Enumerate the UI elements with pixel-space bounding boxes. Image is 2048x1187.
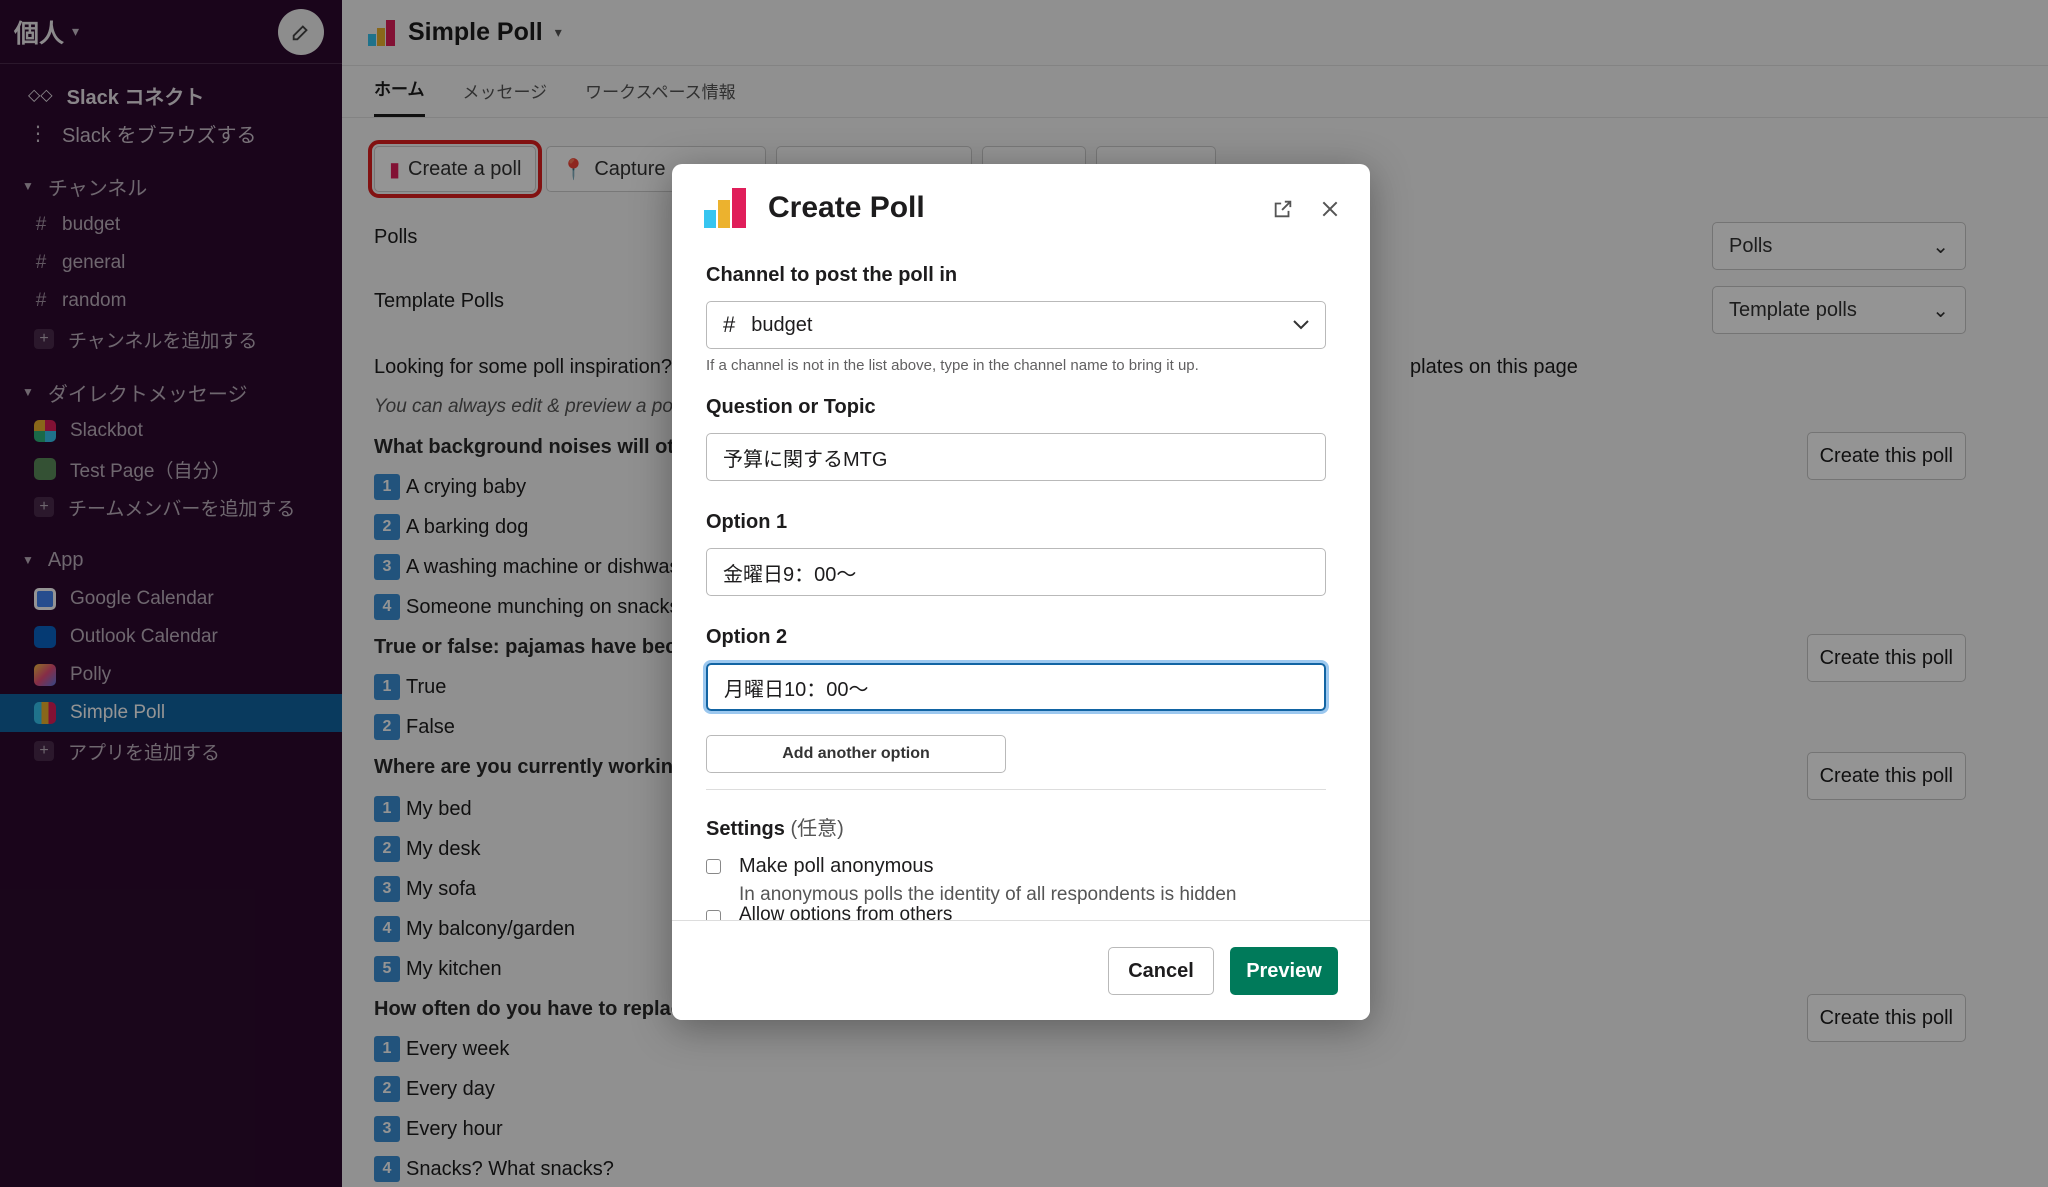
anonymous-checkbox[interactable]	[706, 859, 721, 874]
question-input[interactable]: 予算に関するMTG	[706, 433, 1326, 481]
add-another-option-button[interactable]: Add another option	[706, 735, 1006, 773]
option-1-label: Option 1	[706, 511, 788, 533]
anonymous-description: In anonymous polls the identity of all r…	[739, 884, 1237, 905]
channel-select-value: # budget	[723, 312, 812, 338]
preview-button[interactable]: Preview	[1230, 947, 1338, 995]
question-label: Question or Topic	[706, 396, 876, 418]
anonymous-label: Make poll anonymous	[739, 855, 934, 877]
option-1-input[interactable]: 金曜日9：00〜	[706, 548, 1326, 596]
modal-actions	[1272, 198, 1340, 220]
anonymous-setting: Make poll anonymous In anonymous polls t…	[706, 855, 1326, 906]
channel-value: budget	[751, 313, 813, 336]
simple-poll-logo-icon	[704, 188, 746, 228]
settings-text: Settings	[706, 818, 785, 840]
modal-header: Create Poll	[704, 188, 925, 228]
option-2-label: Option 2	[706, 626, 788, 648]
channel-label: Channel to post the poll in	[706, 264, 958, 286]
divider	[706, 789, 1326, 790]
channel-hint: If a channel is not in the list above, t…	[706, 357, 1199, 374]
chevron-down-icon	[1293, 320, 1309, 330]
modal-body: Channel to post the poll in # budget If …	[706, 264, 1326, 906]
modal-footer: Cancel Preview	[672, 920, 1370, 1020]
settings-label: Settings (任意)	[706, 812, 1326, 841]
channel-select[interactable]: # budget	[706, 301, 1326, 349]
option-2-input[interactable]: 月曜日10：00〜	[706, 663, 1326, 711]
settings-optional: (任意)	[790, 818, 844, 840]
cancel-button[interactable]: Cancel	[1108, 947, 1214, 995]
hash-icon: #	[723, 312, 736, 337]
close-icon[interactable]	[1320, 199, 1340, 219]
modal-title: Create Poll	[768, 191, 925, 224]
external-link-icon[interactable]	[1272, 198, 1294, 220]
create-poll-modal: Create Poll Channel to post the poll in …	[672, 164, 1370, 1020]
